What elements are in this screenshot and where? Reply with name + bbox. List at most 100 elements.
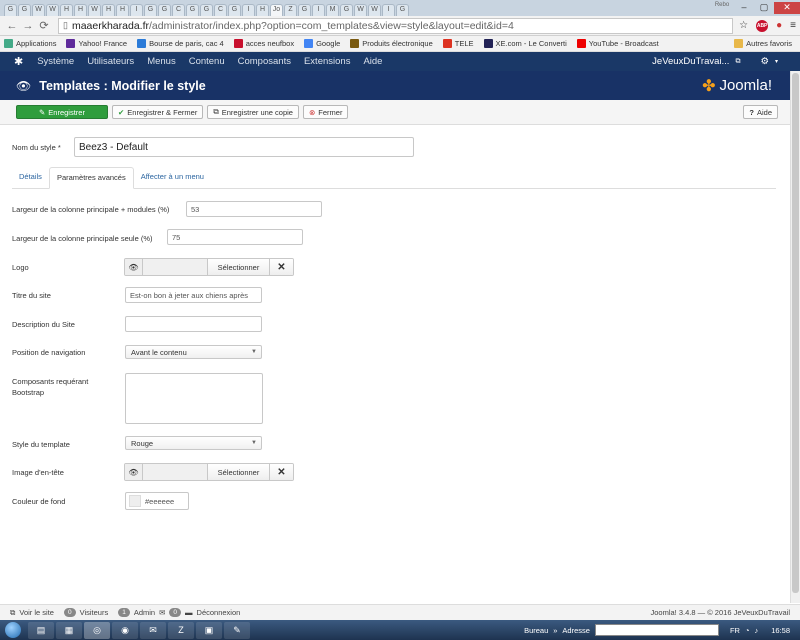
logo-clear-icon[interactable]: ✕: [269, 259, 293, 275]
desktop-toolbar-label[interactable]: Bureau: [524, 626, 548, 635]
browser-tab[interactable]: G: [298, 4, 311, 16]
chrome-app-icon[interactable]: ◎: [84, 621, 110, 639]
save-copy-button[interactable]: ⧉ Enregistrer une copie: [207, 105, 299, 119]
folder-app-icon[interactable]: ▦: [56, 621, 82, 639]
scrollbar-thumb[interactable]: [792, 73, 799, 593]
browser-tab[interactable]: W: [368, 4, 381, 16]
browser-tab[interactable]: H: [116, 4, 129, 16]
explorer-app-icon[interactable]: ▤: [28, 621, 54, 639]
clock[interactable]: 16:58: [771, 626, 790, 635]
header-image-select-button[interactable]: Sélectionner: [207, 464, 269, 480]
bookmark-item[interactable]: YouTube - Broadcast: [576, 39, 659, 48]
logout-link[interactable]: Déconnexion: [197, 608, 241, 617]
browser-tab[interactable]: Z: [284, 4, 297, 16]
width-modules-input[interactable]: 53: [186, 201, 322, 217]
minimize-button[interactable]: –: [734, 2, 754, 14]
browser-tab[interactable]: G: [186, 4, 199, 16]
network-icon[interactable]: ◔: [745, 626, 750, 635]
browser-tab[interactable]: H: [60, 4, 73, 16]
save-close-button[interactable]: ✔ Enregistrer & Fermer: [112, 105, 204, 119]
reload-icon[interactable]: ⟳: [36, 19, 52, 32]
browser-tab[interactable]: G: [200, 4, 213, 16]
preview-eye-icon[interactable]: 👁: [125, 259, 143, 275]
tab-menu-assignment[interactable]: Affecter à un menu: [134, 167, 211, 188]
volume-icon[interactable]: ♪: [754, 626, 758, 635]
bookmark-item[interactable]: Google: [304, 39, 340, 48]
bookmark-item[interactable]: Applications: [4, 39, 56, 48]
logo-select-button[interactable]: Sélectionner: [207, 259, 269, 275]
browser-tab[interactable]: W: [46, 4, 59, 16]
close-window-button[interactable]: ✕: [774, 2, 800, 14]
extension-icon[interactable]: ●: [776, 20, 782, 31]
style-name-input[interactable]: Beez3 - Default: [74, 137, 414, 157]
color-swatch[interactable]: [129, 495, 141, 507]
browser-tab[interactable]: G: [228, 4, 241, 16]
site-name-link[interactable]: JeVeuxDuTravai...: [652, 56, 729, 67]
bootstrap-components-textarea[interactable]: [125, 373, 263, 424]
address-toolbar-input[interactable]: [594, 624, 719, 636]
template-style-select[interactable]: Rouge ▼: [125, 436, 262, 450]
browser-tab[interactable]: G: [144, 4, 157, 16]
bookmark-star-icon[interactable]: ☆: [739, 20, 748, 31]
messages-count-badge[interactable]: 0: [169, 608, 182, 617]
bookmark-item[interactable]: TELE: [442, 39, 474, 48]
bookmark-item[interactable]: Produits électronique: [350, 39, 433, 48]
terminal-app-icon[interactable]: ▣: [196, 621, 222, 639]
bg-color-input[interactable]: #eeeeee: [125, 492, 189, 510]
top-menu-item[interactable]: Contenu: [189, 56, 225, 67]
browser-tab[interactable]: W: [32, 4, 45, 16]
close-button[interactable]: ⊗ Fermer: [302, 105, 349, 119]
bookmark-item[interactable]: XE.com - Le Converti: [483, 39, 567, 48]
browser-tab[interactable]: Jo: [270, 4, 283, 16]
browser-tab[interactable]: C: [172, 4, 185, 16]
language-indicator[interactable]: FR: [730, 626, 740, 635]
browser-tab[interactable]: G: [4, 4, 17, 16]
start-button[interactable]: [0, 620, 26, 640]
maximize-button[interactable]: ▢: [754, 2, 774, 14]
browser-tab[interactable]: I: [382, 4, 395, 16]
top-menu-item[interactable]: Aide: [363, 56, 382, 67]
tab-advanced[interactable]: Paramètres avancés: [48, 167, 134, 189]
top-menu-item[interactable]: Menus: [147, 56, 176, 67]
browser-tab[interactable]: H: [74, 4, 87, 16]
browser-tab[interactable]: I: [312, 4, 325, 16]
other-bookmarks[interactable]: Autres favoris: [734, 39, 792, 48]
bookmark-item[interactable]: acces neufbox: [233, 39, 294, 48]
browser-tab[interactable]: G: [340, 4, 353, 16]
header-image-clear-icon[interactable]: ✕: [269, 464, 293, 480]
bookmark-item[interactable]: Bourse de paris, cac 4: [137, 39, 224, 48]
browser-tab[interactable]: G: [18, 4, 31, 16]
browser-tab[interactable]: G: [158, 4, 171, 16]
firefox-app-icon[interactable]: ◉: [112, 621, 138, 639]
help-button[interactable]: ? Aide: [743, 105, 778, 119]
joomla-small-logo-icon[interactable]: ✱: [14, 55, 23, 68]
top-menu-item[interactable]: Extensions: [304, 56, 350, 67]
filezilla-app-icon[interactable]: Z: [168, 621, 194, 639]
paint-app-icon[interactable]: ✎: [224, 621, 250, 639]
save-button[interactable]: ✎ Enregistrer: [16, 105, 108, 119]
browser-tab[interactable]: H: [102, 4, 115, 16]
browser-tab[interactable]: W: [88, 4, 101, 16]
browser-tab[interactable]: I: [242, 4, 255, 16]
view-site-link[interactable]: Voir le site: [19, 608, 54, 617]
back-icon[interactable]: ←: [4, 20, 20, 32]
forward-icon[interactable]: →: [20, 20, 36, 32]
browser-tab[interactable]: C: [214, 4, 227, 16]
site-description-input[interactable]: [125, 316, 262, 332]
nav-position-select[interactable]: Avant le contenu ▼: [125, 345, 262, 359]
page-scrollbar[interactable]: [790, 71, 800, 603]
browser-tab[interactable]: G: [396, 4, 409, 16]
chevron-down-icon[interactable]: ▾: [775, 58, 778, 65]
adblock-icon[interactable]: ABP: [756, 19, 769, 32]
browser-tab[interactable]: I: [130, 4, 143, 16]
browser-tab[interactable]: M: [326, 4, 339, 16]
top-menu-item[interactable]: Composants: [238, 56, 291, 67]
width-alone-input[interactable]: 75: [167, 229, 303, 245]
menu-icon[interactable]: ≡: [790, 20, 796, 31]
browser-tab[interactable]: W: [354, 4, 367, 16]
browser-tab[interactable]: H: [256, 4, 269, 16]
url-input[interactable]: ▯ maaerkharada.fr/administrator/index.ph…: [58, 17, 734, 34]
top-menu-item[interactable]: Utilisateurs: [87, 56, 134, 67]
outlook-app-icon[interactable]: ✉: [140, 621, 166, 639]
tab-details[interactable]: Détails: [12, 167, 49, 188]
